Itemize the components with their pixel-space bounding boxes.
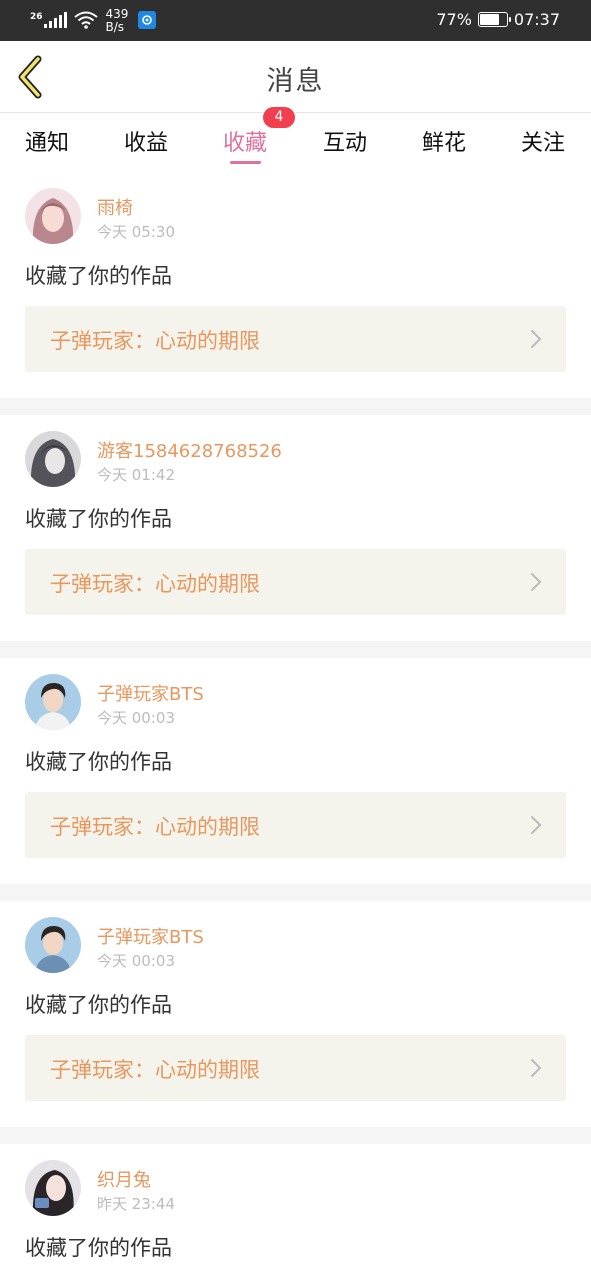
avatar[interactable]	[25, 188, 81, 244]
status-left: 26 439 B/s	[30, 8, 157, 34]
avatar[interactable]	[25, 431, 81, 487]
avatar[interactable]	[25, 1160, 81, 1216]
tab-interactions[interactable]: 互动	[305, 125, 385, 157]
status-right: 77% 07:37	[436, 10, 560, 29]
work-link[interactable]: 子弹玩家：心动的期限	[25, 549, 566, 615]
tab-earnings[interactable]: 收益	[106, 125, 186, 157]
app-header: 消息	[0, 41, 591, 113]
username[interactable]: 雨椅	[97, 194, 133, 220]
work-title: 子弹玩家：心动的期限	[50, 815, 260, 839]
work-link[interactable]: 子弹玩家：心动的期限	[25, 306, 566, 372]
tab-bar: 通知 收益 收藏 互动 鲜花 关注	[0, 113, 591, 175]
tab-notifications[interactable]: 通知	[7, 125, 87, 157]
chevron-right-icon	[531, 573, 542, 591]
work-title: 子弹玩家：心动的期限	[50, 572, 260, 596]
timestamp: 今天 01:42	[97, 466, 175, 484]
action-text: 收藏了你的作品	[25, 264, 172, 288]
active-tab-indicator	[230, 161, 261, 164]
timestamp: 昨天 23:44	[97, 1195, 175, 1213]
action-text: 收藏了你的作品	[25, 750, 172, 774]
username[interactable]: 子弹玩家BTS	[97, 923, 204, 949]
avatar[interactable]	[25, 917, 81, 973]
clock: 07:37	[513, 10, 560, 29]
battery-icon	[477, 12, 511, 27]
username[interactable]: 子弹玩家BTS	[97, 680, 204, 706]
tab-follow[interactable]: 关注	[503, 125, 583, 157]
battery-percent: 77%	[436, 10, 472, 29]
work-title: 子弹玩家：心动的期限	[50, 329, 260, 353]
message-card: 织月兔 昨天 23:44 收藏了你的作品	[0, 1144, 591, 1280]
action-text: 收藏了你的作品	[25, 993, 172, 1017]
username[interactable]: 游客1584628768526	[97, 437, 282, 463]
message-card: 雨椅 今天 05:30 收藏了你的作品 子弹玩家：心动的期限	[0, 172, 591, 398]
battery-fill	[479, 14, 500, 25]
timestamp: 今天 05:30	[97, 223, 175, 241]
chevron-right-icon	[531, 1059, 542, 1077]
work-link[interactable]: 子弹玩家：心动的期限	[25, 792, 566, 858]
action-text: 收藏了你的作品	[25, 507, 172, 531]
avatar[interactable]	[25, 674, 81, 730]
net-speed: 439 B/s	[106, 8, 129, 34]
status-bar: 26 439 B/s 77% 07:37	[0, 0, 591, 41]
tab-flowers[interactable]: 鲜花	[404, 125, 484, 157]
username[interactable]: 织月兔	[97, 1166, 151, 1192]
chevron-right-icon	[531, 816, 542, 834]
wifi-icon	[73, 11, 98, 29]
signal-icon	[43, 12, 67, 28]
page-title: 消息	[266, 66, 325, 97]
app-notification-icon	[138, 11, 157, 29]
message-card: 子弹玩家BTS 今天 00:03 收藏了你的作品 子弹玩家：心动的期限	[0, 658, 591, 884]
timestamp: 今天 00:03	[97, 709, 175, 727]
work-link[interactable]: 子弹玩家：心动的期限	[25, 1035, 566, 1101]
work-title: 子弹玩家：心动的期限	[50, 1058, 260, 1082]
net-speed-unit: B/s	[105, 20, 125, 34]
unread-badge: 4	[263, 107, 295, 128]
network-type: 26	[30, 12, 43, 22]
tab-favorites[interactable]: 收藏	[205, 125, 285, 157]
chevron-right-icon	[531, 330, 542, 348]
message-card: 游客1584628768526 今天 01:42 收藏了你的作品 子弹玩家：心动…	[0, 415, 591, 641]
timestamp: 今天 00:03	[97, 952, 175, 970]
message-card: 子弹玩家BTS 今天 00:03 收藏了你的作品 子弹玩家：心动的期限	[0, 901, 591, 1127]
action-text: 收藏了你的作品	[25, 1236, 172, 1260]
